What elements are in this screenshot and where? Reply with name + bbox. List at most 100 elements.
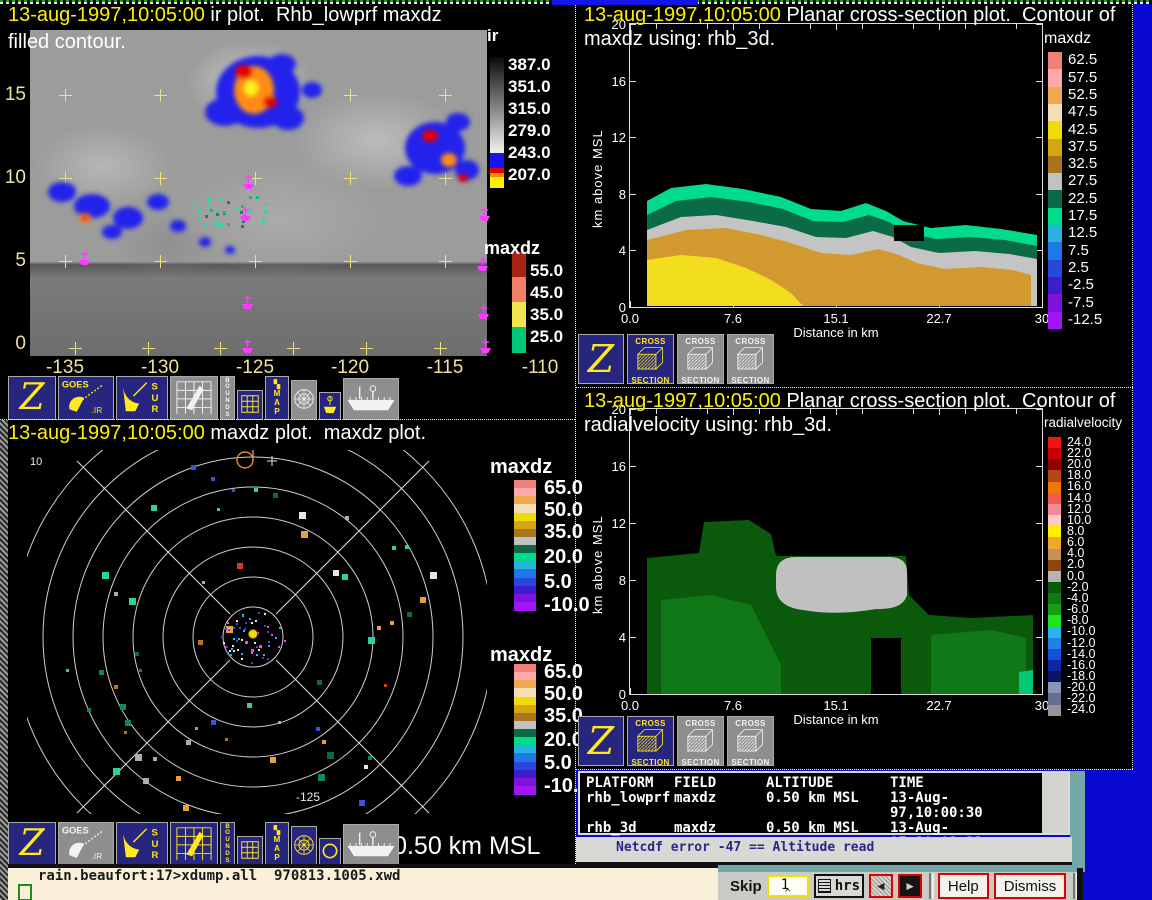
ship-icon xyxy=(344,827,398,864)
xs-maxdz-title-text: Planar cross-section plot. Contour of xyxy=(781,4,1116,26)
zebra-logo-button[interactable]: Z xyxy=(578,334,624,384)
ir-colorbar-tick: 243.0 xyxy=(508,143,551,163)
status-scrollbar[interactable] xyxy=(1040,773,1068,833)
toolbar-map-button[interactable]: ▚MAP xyxy=(265,376,289,420)
hours-unit-button[interactable]: hrs xyxy=(814,874,864,898)
toolbar-grid-button[interactable] xyxy=(237,836,263,866)
xs-maxdz-contour-canvas[interactable] xyxy=(631,25,1042,306)
radar-echo-speck xyxy=(205,215,208,218)
radar-echo-speck xyxy=(264,210,267,213)
step-back-button[interactable]: ◄ xyxy=(869,874,893,898)
tl-maxdz-tick: 25.0 xyxy=(530,327,563,347)
status-cell: maxdz xyxy=(674,791,766,821)
cross-section-button-1[interactable]: CROSS SECTION xyxy=(627,334,674,384)
toolbar-ship-button[interactable] xyxy=(343,824,399,866)
zebra-icon: Z xyxy=(588,340,614,378)
ir-colorbar-swatch xyxy=(490,177,504,188)
xs-maxdz-y-axis-label: km above MSL xyxy=(590,104,605,228)
toolbar-zebra-button[interactable]: Z xyxy=(8,822,56,866)
terminal-window[interactable]: rain.beaufort:17>xdump.all 970813.1005.x… xyxy=(8,866,718,900)
cross-section-button-1[interactable]: CROSS SECTION xyxy=(627,716,674,766)
xs-maxdz-colorbar-swatch xyxy=(1048,121,1062,139)
xs-maxdz-colorbar-tick: -12.5 xyxy=(1068,311,1102,328)
xs-vel-title-line2: radialvelocity using: rhb_3d. xyxy=(584,414,832,437)
toolbar-ship-button[interactable] xyxy=(343,378,399,420)
xs-vel-x-tick: 15.1 xyxy=(811,698,861,713)
toolbar-radar-grid-button[interactable] xyxy=(170,376,218,420)
xs-maxdz-colorbar-tick: 37.5 xyxy=(1068,138,1097,155)
tl-maxdz-tick: 35.0 xyxy=(530,305,563,325)
toolbar-zebra-button[interactable]: Z xyxy=(8,376,56,420)
ppi-colorbar-2-tick: 65.0 xyxy=(544,661,583,684)
ir-colorbar-tick: 315.0 xyxy=(508,99,551,119)
xs-maxdz-colorbar-swatch xyxy=(1048,208,1062,226)
toolbar-goes-button[interactable]: GOES .IR xyxy=(58,376,114,420)
toolbar-map-button[interactable]: ▚MAP xyxy=(265,822,289,866)
status-cell: 13-Aug-97,10:00:30 xyxy=(890,791,1040,821)
ir-colorbar-tick: 387.0 xyxy=(508,55,551,75)
goes-icon: GOES .IR xyxy=(60,823,112,866)
radar-echo-speck xyxy=(204,225,207,228)
ir-colorbar-tick: 279.0 xyxy=(508,121,551,141)
toolbar-grid-button[interactable] xyxy=(237,390,263,420)
polar-icon xyxy=(292,833,316,860)
toolbar-bounds-button[interactable]: BOUNDS xyxy=(220,822,235,866)
toolbar-bounds-button[interactable]: BOUNDS xyxy=(220,376,235,420)
xs-maxdz-colorbar-swatch xyxy=(1048,294,1062,312)
ir-lat-tick: 5 xyxy=(2,250,26,272)
toolbar-radar-grid-button[interactable] xyxy=(170,822,218,866)
xs-vel-title-text: Planar cross-section plot. Contour of xyxy=(781,390,1116,412)
status-header: ALTITUDE xyxy=(766,776,890,791)
zebra-logo-button[interactable]: Z xyxy=(578,716,624,766)
toolbar-goes-button[interactable]: GOES .IR xyxy=(58,822,114,866)
xs-vel-timestamp: 13-aug-1997,10:05:00 xyxy=(584,390,781,412)
polar-icon xyxy=(292,387,316,414)
xs-vel-colorbar-swatch xyxy=(1048,638,1061,650)
xs-maxdz-colorbar-swatch xyxy=(1048,190,1062,208)
dismiss-button[interactable]: Dismiss xyxy=(994,873,1067,899)
toolbar-polar-button[interactable] xyxy=(291,380,317,420)
skip-value-input[interactable]: 1^ xyxy=(767,875,809,897)
xs-maxdz-colorbar-tick: 47.5 xyxy=(1068,103,1097,120)
buoy-icon xyxy=(321,394,339,419)
ppi-radar-canvas[interactable] xyxy=(27,450,487,814)
ir-panel-title: 13-aug-1997,10:05:00 ir plot. Rhb_lowprf… xyxy=(8,4,442,27)
help-button[interactable]: Help xyxy=(938,873,989,899)
cross-section-button-3[interactable]: CROSS SECTION xyxy=(727,334,774,384)
cross-section-button-2[interactable]: CROSS SECTION xyxy=(677,334,724,384)
ship-platform-icon xyxy=(476,256,489,272)
xs-vel-colorbar-swatch xyxy=(1048,582,1061,594)
ppi-colorbar-2-swatch xyxy=(514,786,536,795)
radar-echo-speck xyxy=(197,218,200,221)
toolbar-circle-button[interactable] xyxy=(319,838,341,866)
ir-lat-tick: 10 xyxy=(2,167,26,189)
ppi-inner-label: 10 xyxy=(30,456,42,468)
xs-maxdz-y-tick: 4 xyxy=(600,243,626,258)
toolbar-polar-button[interactable] xyxy=(291,826,317,866)
radar-echo-speck xyxy=(227,223,230,226)
xs-maxdz-colorbar-tick: 32.5 xyxy=(1068,155,1097,172)
xs-maxdz-colorbar-swatch xyxy=(1048,104,1062,122)
skip-label: Skip xyxy=(730,878,762,895)
status-table: PLATFORMFIELDALTITUDETIMErhb_lowprfmaxdz… xyxy=(580,773,1040,833)
step-forward-button[interactable]: ► xyxy=(898,874,922,898)
toolbar-sur-button[interactable]: S U R xyxy=(116,822,168,866)
divider xyxy=(1073,873,1075,899)
sur-icon: S U R xyxy=(119,824,165,865)
cross-section-button-2[interactable]: CROSS SECTION xyxy=(677,716,724,766)
xs-vel-contour-canvas[interactable] xyxy=(631,410,1042,694)
toolbar-sur-button[interactable]: S U R xyxy=(116,376,168,420)
terminal-cursor xyxy=(18,884,32,900)
toolbar-buoy-button[interactable] xyxy=(319,392,341,420)
cross-section-button-3[interactable]: CROSS SECTION xyxy=(727,716,774,766)
ir-overlay-canvas[interactable] xyxy=(30,30,487,356)
ppi-colorbar-2-tick: 5.0 xyxy=(544,752,572,775)
window-border-accent xyxy=(552,0,698,5)
xs-vel-colorbar-swatch xyxy=(1048,693,1061,705)
section-label: SECTION xyxy=(731,376,769,385)
xs-maxdz-colorbar-tick: 12.5 xyxy=(1068,224,1097,241)
ppi-title-text: maxdz plot. maxdz plot. xyxy=(205,422,426,444)
svg-text:R: R xyxy=(152,404,159,415)
svg-text:.IR: .IR xyxy=(92,404,103,414)
cube-icon xyxy=(732,728,770,758)
